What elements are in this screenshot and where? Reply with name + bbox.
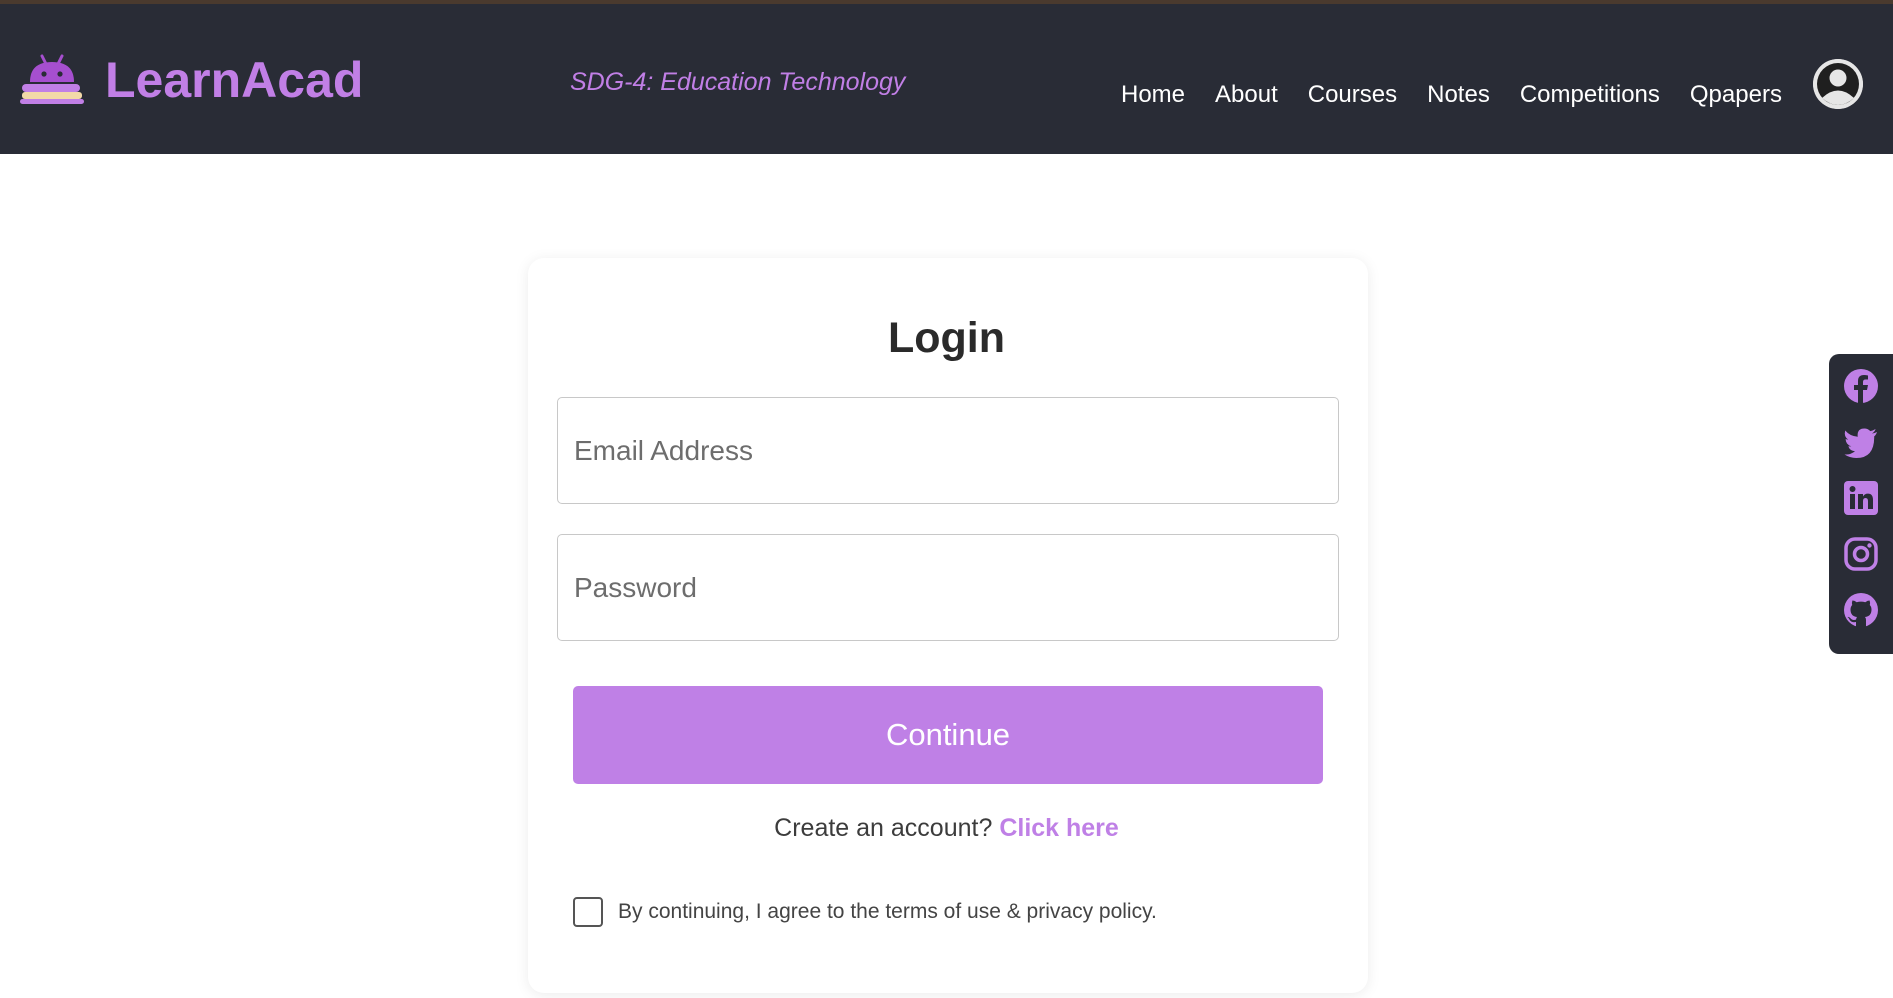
facebook-icon[interactable] [1843, 368, 1879, 404]
signup-link[interactable]: Click here [999, 814, 1119, 842]
nav-item-about[interactable]: About [1215, 80, 1278, 110]
book-robot-logo-icon [20, 54, 84, 104]
user-avatar-icon[interactable] [1813, 59, 1863, 109]
linkedin-icon[interactable] [1843, 480, 1879, 516]
password-field[interactable] [557, 534, 1339, 641]
github-icon[interactable] [1843, 592, 1879, 628]
nav-item-courses[interactable]: Courses [1308, 80, 1397, 110]
navbar: LearnAcad SDG-4: Education Technology Ho… [0, 4, 1893, 154]
terms-text: By continuing, I agree to the terms of u… [618, 900, 1157, 923]
nav-links: Home About Courses Notes Competitions Qp… [1121, 80, 1812, 110]
continue-button[interactable]: Continue [573, 686, 1323, 784]
terms-agreement[interactable]: By continuing, I agree to the terms of u… [573, 897, 1157, 927]
terms-checkbox[interactable] [573, 897, 603, 927]
nav-item-qpapers[interactable]: Qpapers [1690, 80, 1782, 110]
nav-item-notes[interactable]: Notes [1427, 80, 1490, 110]
signup-prompt: Create an account? Click here [0, 814, 1893, 843]
tagline: SDG-4: Education Technology [570, 68, 906, 96]
instagram-icon[interactable] [1843, 536, 1879, 572]
social-sidebar [1829, 354, 1893, 654]
brand-name: LearnAcad [105, 52, 364, 108]
twitter-icon[interactable] [1843, 424, 1879, 460]
login-title: Login [887, 314, 1005, 362]
nav-item-home[interactable]: Home [1121, 80, 1185, 110]
brand[interactable]: LearnAcad [16, 52, 363, 108]
email-field[interactable] [557, 397, 1339, 504]
nav-item-competitions[interactable]: Competitions [1520, 80, 1660, 110]
signup-prompt-text: Create an account? [774, 814, 993, 842]
